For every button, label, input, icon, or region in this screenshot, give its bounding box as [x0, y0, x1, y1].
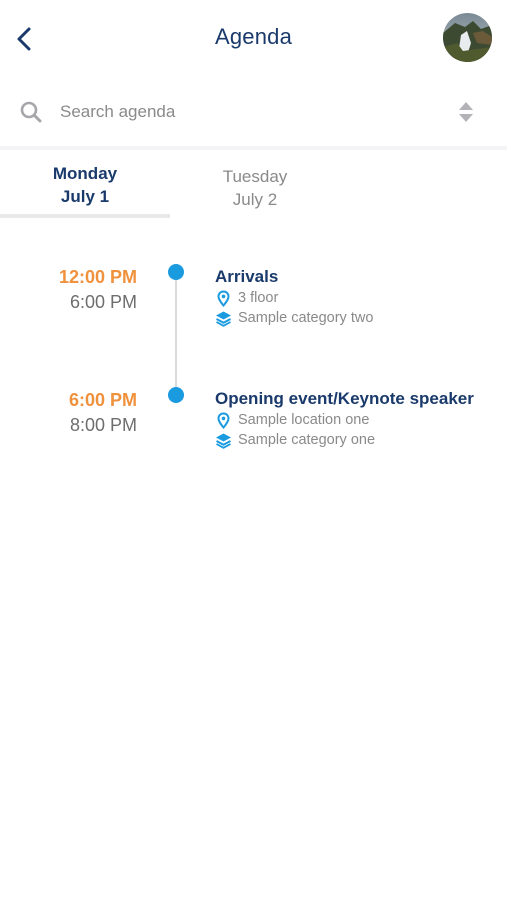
sort-icon[interactable] — [457, 100, 475, 124]
event-location: Sample location one — [215, 410, 369, 430]
divider — [0, 146, 507, 150]
category-layers-icon — [216, 433, 231, 449]
event-end-time: 8:00 PM — [69, 415, 137, 435]
timeline-dot — [168, 387, 184, 403]
event-location-text: Sample location one — [238, 412, 370, 428]
agenda-screen: Agenda Search agenda Monday July 1 Tuesd… — [0, 0, 507, 900]
tab-monday[interactable]: Monday July 1 — [0, 162, 170, 208]
tab-tuesday[interactable]: Tuesday July 2 — [170, 165, 340, 211]
event-start-time: 12:00 PM — [58, 267, 137, 287]
tab-day-label: Monday — [52, 164, 118, 183]
event-title[interactable]: Arrivals — [215, 267, 278, 287]
avatar-photo — [443, 13, 492, 62]
event-end-time: 6:00 PM — [69, 292, 137, 312]
event-location-text: 3 floor — [238, 290, 279, 306]
tab-date-label: July 1 — [60, 187, 110, 206]
search-bar — [0, 88, 507, 136]
tab-date-label: July 2 — [232, 190, 278, 209]
category-layers-icon — [216, 311, 231, 327]
event-category: Sample category one — [215, 430, 375, 450]
search-input[interactable] — [60, 96, 430, 128]
event-title[interactable]: Opening event/Keynote speaker — [215, 389, 474, 409]
timeline-line — [175, 273, 177, 395]
timeline-dot — [168, 264, 184, 280]
event-category: Sample category two — [215, 308, 373, 328]
page-title: Agenda — [214, 24, 293, 49]
tab-day-label: Tuesday — [222, 167, 288, 186]
active-tab-indicator — [0, 214, 170, 218]
location-pin-icon — [217, 289, 230, 307]
location-pin-icon — [217, 411, 230, 429]
event-category-text: Sample category one — [238, 432, 376, 448]
event-location: 3 floor — [215, 288, 278, 308]
search-icon — [20, 101, 42, 123]
event-start-time: 6:00 PM — [68, 390, 137, 410]
avatar[interactable] — [443, 13, 492, 62]
header: Agenda — [0, 0, 507, 78]
event-category-text: Sample category two — [238, 310, 374, 326]
